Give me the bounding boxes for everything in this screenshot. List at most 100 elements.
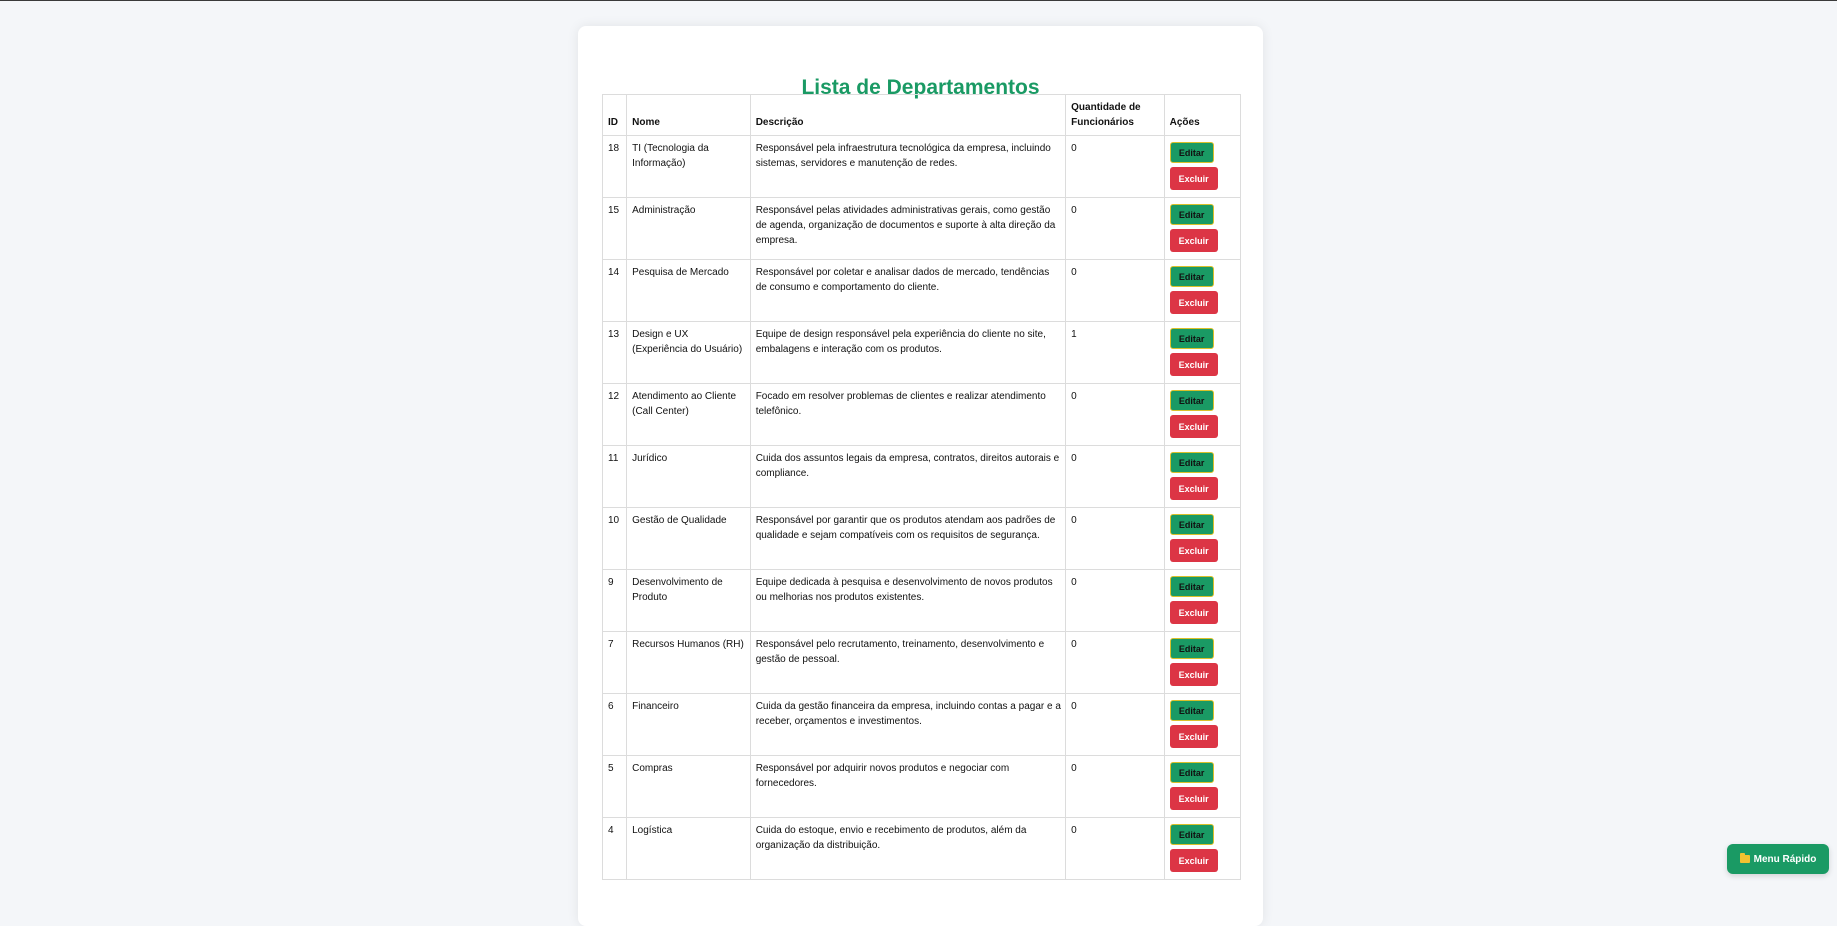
cell-id: 6 xyxy=(601,693,628,756)
cell-nome: Desenvolvimento de Produto xyxy=(626,569,751,632)
cell-quantidade: 0 xyxy=(1065,817,1165,880)
departments-card: Lista de Departamentos ID Nome Descrição… xyxy=(578,26,1263,926)
cell-quantidade: 0 xyxy=(1065,507,1165,570)
delete-button[interactable]: Excluir xyxy=(1169,415,1218,438)
delete-button[interactable]: Excluir xyxy=(1169,229,1218,252)
table-row: 7 Recursos Humanos (RH) Responsável pelo r… xyxy=(601,631,1242,694)
edit-button[interactable]: Editar xyxy=(1169,638,1214,659)
cell-descricao: Responsável por coletar e analisar dados… xyxy=(749,259,1067,322)
table-row: 6 Financeiro Cuida da gestão financeira da… xyxy=(601,693,1242,756)
table-row: 9 Desenvolvimento de Produto Equipe dedica… xyxy=(601,569,1242,632)
cell-nome: Gestão de Qualidade xyxy=(626,507,751,570)
cell-id: 15 xyxy=(601,197,628,260)
departments-table: ID Nome Descrição Quantidade de Funcioná… xyxy=(601,94,1242,880)
cell-descricao: Focado em resolver problemas de clientes… xyxy=(749,383,1067,446)
cell-descricao: Cuida dos assuntos legais da empresa, co… xyxy=(749,445,1067,508)
edit-button[interactable]: Editar xyxy=(1169,390,1214,411)
header-id: ID xyxy=(601,94,628,136)
delete-button[interactable]: Excluir xyxy=(1169,849,1218,872)
delete-button[interactable]: Excluir xyxy=(1169,539,1218,562)
cell-descricao: Responsável por garantir que os produtos… xyxy=(749,507,1067,570)
cell-acoes: Editar Excluir xyxy=(1163,631,1242,694)
cell-descricao: Cuida da gestão financeira da empresa, i… xyxy=(749,693,1067,756)
cell-id: 5 xyxy=(601,755,628,818)
cell-quantidade: 0 xyxy=(1065,259,1165,322)
cell-nome: Atendimento ao Cliente (Call Center) xyxy=(626,383,751,446)
table-row: 5 Compras Responsável por adquirir novos p… xyxy=(601,755,1242,818)
delete-button[interactable]: Excluir xyxy=(1169,725,1218,748)
quick-menu-label: Menu Rápido xyxy=(1753,853,1817,865)
delete-button[interactable]: Excluir xyxy=(1169,167,1218,190)
cell-descricao: Responsável pelo recrutamento, treinamen… xyxy=(749,631,1067,694)
table-row: 13 Design e UX (Experiência do Usuário) Eq… xyxy=(601,321,1242,384)
edit-button[interactable]: Editar xyxy=(1169,514,1214,535)
table-row: 18 TI (Tecnologia da Informação) Responsáv… xyxy=(601,135,1242,198)
cell-acoes: Editar Excluir xyxy=(1163,197,1242,260)
cell-descricao: Responsável pelas atividades administrat… xyxy=(749,197,1067,260)
edit-button[interactable]: Editar xyxy=(1169,762,1214,783)
cell-acoes: Editar Excluir xyxy=(1163,321,1242,384)
edit-button[interactable]: Editar xyxy=(1169,700,1214,721)
edit-button[interactable]: Editar xyxy=(1169,824,1214,845)
cell-descricao: Cuida do estoque, envio e recebimento de… xyxy=(749,817,1067,880)
quick-menu-button[interactable]: Menu Rápido xyxy=(1727,844,1829,874)
cell-acoes: Editar Excluir xyxy=(1163,569,1242,632)
edit-button[interactable]: Editar xyxy=(1169,452,1214,473)
table-row: 12 Atendimento ao Cliente (Call Center) Fo… xyxy=(601,383,1242,446)
cell-quantidade: 0 xyxy=(1065,631,1165,694)
cell-acoes: Editar Excluir xyxy=(1163,383,1242,446)
cell-descricao: Equipe de design responsável pela experi… xyxy=(749,321,1067,384)
cell-quantidade: 0 xyxy=(1065,693,1165,756)
cell-descricao: Responsável pela infraestrutura tecnológ… xyxy=(749,135,1067,198)
table-row: 15 Administração Responsável pelas ativida… xyxy=(601,197,1242,260)
edit-button[interactable]: Editar xyxy=(1169,204,1214,225)
cell-id: 10 xyxy=(601,507,628,570)
delete-button[interactable]: Excluir xyxy=(1169,601,1218,624)
header-descricao: Descrição xyxy=(749,94,1067,136)
cell-quantidade: 0 xyxy=(1065,569,1165,632)
cell-id: 14 xyxy=(601,259,628,322)
cell-acoes: Editar Excluir xyxy=(1163,259,1242,322)
delete-button[interactable]: Excluir xyxy=(1169,291,1218,314)
cell-nome: Pesquisa de Mercado xyxy=(626,259,751,322)
delete-button[interactable]: Excluir xyxy=(1169,477,1218,500)
cell-id: 7 xyxy=(601,631,628,694)
edit-button[interactable]: Editar xyxy=(1169,266,1214,287)
cell-id: 9 xyxy=(601,569,628,632)
delete-button[interactable]: Excluir xyxy=(1169,663,1218,686)
header-nome: Nome xyxy=(626,94,751,136)
edit-button[interactable]: Editar xyxy=(1169,328,1214,349)
cell-nome: Logística xyxy=(626,817,751,880)
cell-id: 18 xyxy=(601,135,628,198)
cell-acoes: Editar Excluir xyxy=(1163,135,1242,198)
cell-id: 13 xyxy=(601,321,628,384)
cell-id: 11 xyxy=(601,445,628,508)
cell-quantidade: 0 xyxy=(1065,197,1165,260)
table-row: 10 Gestão de Qualidade Responsável por gar… xyxy=(601,507,1242,570)
cell-descricao: Responsável por adquirir novos produtos … xyxy=(749,755,1067,818)
cell-quantidade: 1 xyxy=(1065,321,1165,384)
cell-id: 12 xyxy=(601,383,628,446)
cell-acoes: Editar Excluir xyxy=(1163,817,1242,880)
table-row: 4 Logística Cuida do estoque, envio e rece… xyxy=(601,817,1242,880)
cell-nome: Recursos Humanos (RH) xyxy=(626,631,751,694)
edit-button[interactable]: Editar xyxy=(1169,142,1214,163)
top-border xyxy=(0,0,1837,1)
cell-descricao: Equipe dedicada à pesquisa e desenvolvim… xyxy=(749,569,1067,632)
cell-quantidade: 0 xyxy=(1065,445,1165,508)
delete-button[interactable]: Excluir xyxy=(1169,787,1218,810)
table-row: 14 Pesquisa de Mercado Responsável por col… xyxy=(601,259,1242,322)
edit-button[interactable]: Editar xyxy=(1169,576,1214,597)
delete-button[interactable]: Excluir xyxy=(1169,353,1218,376)
cell-quantidade: 0 xyxy=(1065,755,1165,818)
cell-nome: Administração xyxy=(626,197,751,260)
folder-icon xyxy=(1739,853,1750,863)
cell-id: 4 xyxy=(601,817,628,880)
cell-nome: Jurídico xyxy=(626,445,751,508)
header-acoes: Ações xyxy=(1163,94,1242,136)
cell-acoes: Editar Excluir xyxy=(1163,507,1242,570)
table-row: 11 Jurídico Cuida dos assuntos legais da e… xyxy=(601,445,1242,508)
cell-quantidade: 0 xyxy=(1065,383,1165,446)
cell-acoes: Editar Excluir xyxy=(1163,755,1242,818)
cell-acoes: Editar Excluir xyxy=(1163,693,1242,756)
